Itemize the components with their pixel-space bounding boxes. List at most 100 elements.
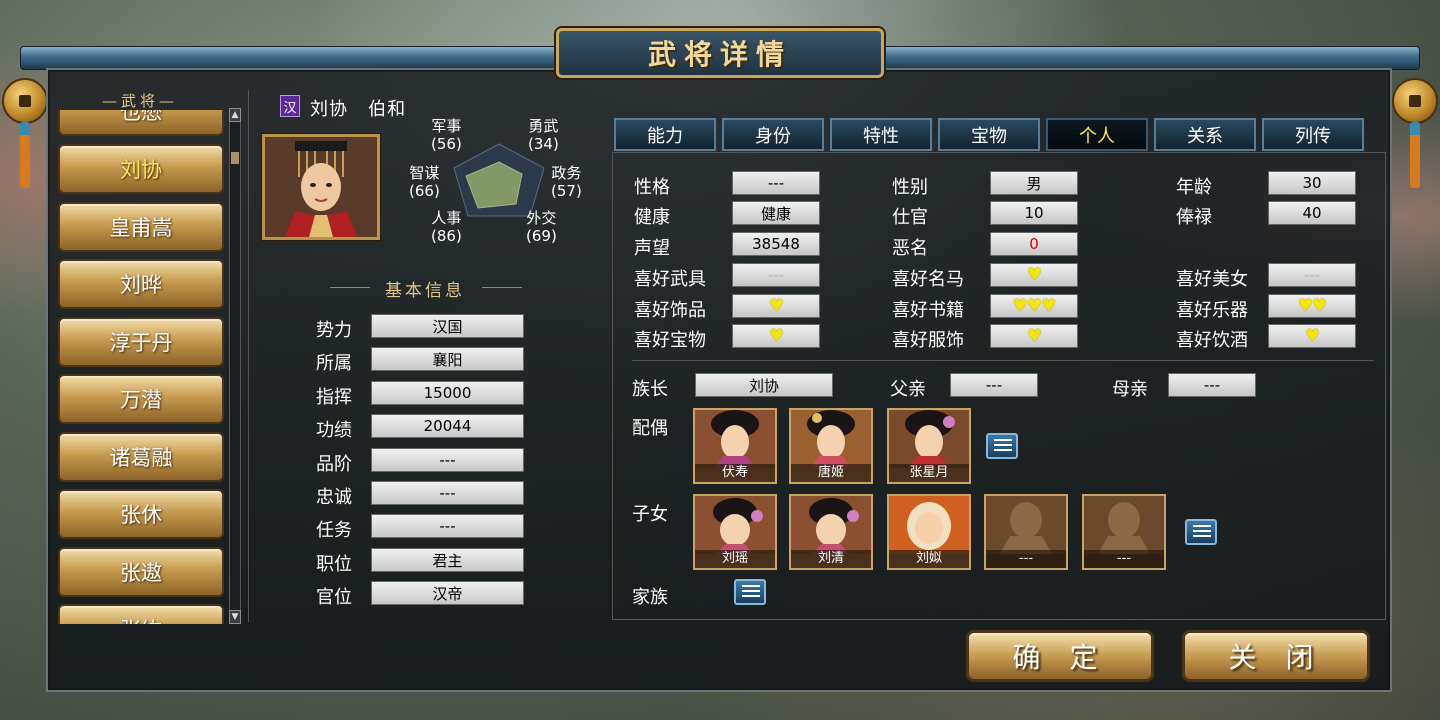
attr-value-infamy: 0 [990,232,1078,256]
info-value: 20044 [371,414,524,438]
attr-value: --- [1268,263,1356,287]
info-value: 15000 [371,381,524,405]
info-value: --- [371,481,524,505]
general-item[interactable]: 淳于丹 [58,317,224,367]
general-item-selected[interactable]: 刘协 [58,144,224,194]
attr-label: 喜好饰品 [634,300,706,321]
window-title: 武将详情 [647,38,792,71]
tab-personal[interactable]: 个人 [1046,118,1148,151]
info-value: 襄阳 [371,347,524,371]
attr-label: 喜好服饰 [892,330,964,351]
attr-value: 38548 [732,232,820,256]
heart-icon: ♥ [768,326,784,346]
child-card-empty[interactable]: --- [984,494,1068,570]
attr-label: 喜好乐器 [1176,300,1248,321]
attr-label: 喜好书籍 [892,300,964,321]
general-item[interactable]: 诸葛融 [58,432,224,482]
info-label: 功绩 [316,420,352,441]
tab-treasures[interactable]: 宝物 [938,118,1040,151]
spouse-label: 配偶 [632,418,668,439]
attr-value: ♥♥ [1268,294,1356,318]
child-card[interactable]: 刘清 [789,494,873,570]
spouse-list-icon[interactable] [986,433,1018,459]
attr-label: 声望 [634,238,670,259]
info-label: 职位 [316,554,352,575]
info-label: 忠诚 [316,487,352,508]
child-card[interactable]: 刘姒 [887,494,971,570]
heart-icon: ♥ [1304,326,1320,346]
tab-biography[interactable]: 列传 [1262,118,1364,151]
attr-value: 40 [1268,201,1356,225]
mother-value: --- [1168,373,1256,397]
father-value: --- [950,373,1038,397]
title-plate: 武将详情 [556,28,884,78]
attr-value: ♥ [1268,324,1356,348]
confirm-button[interactable]: 确 定 [966,630,1154,682]
general-item[interactable]: 张纮 [58,604,224,624]
attr-value: 10 [990,201,1078,225]
attr-label: 仕官 [892,207,928,228]
general-item[interactable]: 张遨 [58,547,224,597]
tab-relations[interactable]: 关系 [1154,118,1256,151]
heart-icon: ♥♥♥ [1012,296,1057,316]
attr-value: --- [732,171,820,195]
info-value: 汉国 [371,314,524,338]
attr-value: ♥ [990,263,1078,287]
attr-label: 喜好宝物 [634,330,706,351]
child-card-empty[interactable]: --- [1082,494,1166,570]
attr-value: 健康 [732,201,820,225]
info-value: --- [371,514,524,538]
general-portrait [262,134,380,240]
attr-value: ♥ [732,324,820,348]
heart-icon: ♥ [768,296,784,316]
clan-head-label: 族长 [632,379,668,400]
list-scrollbar[interactable] [229,108,241,624]
tassel-right [1410,122,1420,188]
tab-ability[interactable]: 能力 [614,118,716,151]
mother-label: 母亲 [1112,379,1148,400]
general-list: 也懋 刘协 皇甫嵩 刘晔 淳于丹 万潜 诸葛融 张休 张遨 张纮 [56,110,228,624]
general-name: 刘协 伯和 [310,99,407,120]
faction-badge: 汉 [280,95,300,117]
general-item[interactable]: 张休 [58,489,224,539]
tassel-left [20,122,30,188]
general-item[interactable]: 刘晔 [58,259,224,309]
children-list-icon[interactable] [1185,519,1217,545]
section-divider [632,360,1374,361]
general-item[interactable]: 万潜 [58,374,224,424]
child-card[interactable]: 刘瑶 [693,494,777,570]
general-item[interactable]: 皇甫嵩 [58,202,224,252]
general-item[interactable]: 也懋 [58,110,224,136]
heart-icon: ♥ [1026,265,1042,285]
info-label: 指挥 [316,387,352,408]
spouse-card[interactable]: 唐姬 [789,408,873,484]
tab-identity[interactable]: 身份 [722,118,824,151]
tab-traits[interactable]: 特性 [830,118,932,151]
scroll-up-icon[interactable]: ▲ [229,108,241,122]
coin-ornament-left [2,78,48,124]
scroll-thumb[interactable] [231,152,239,164]
clan-list-icon[interactable] [734,579,766,605]
attr-label: 性格 [634,177,670,198]
info-value: 汉帝 [371,581,524,605]
heart-icon: ♥ [1026,326,1042,346]
spouse-card[interactable]: 张星月 [887,408,971,484]
scroll-down-icon[interactable]: ▼ [229,610,241,624]
attr-label: 喜好名马 [892,269,964,290]
attr-label: 喜好美女 [1176,269,1248,290]
attr-value: 男 [990,171,1078,195]
basic-info-title: 基本信息 [385,281,465,301]
attr-value: ♥ [732,294,820,318]
info-label: 所属 [316,353,352,374]
info-label: 任务 [316,520,352,541]
stat-military: 军事 (56) [431,117,462,153]
stat-personnel: 人事 (86) [431,209,462,245]
attr-value: ♥ [990,324,1078,348]
spouse-card[interactable]: 伏寿 [693,408,777,484]
children-label: 子女 [632,504,668,525]
info-value: --- [371,448,524,472]
attr-label: 俸禄 [1176,207,1212,228]
close-button[interactable]: 关 闭 [1182,630,1370,682]
heart-icon: ♥♥ [1297,296,1328,316]
attr-label: 性别 [892,177,928,198]
